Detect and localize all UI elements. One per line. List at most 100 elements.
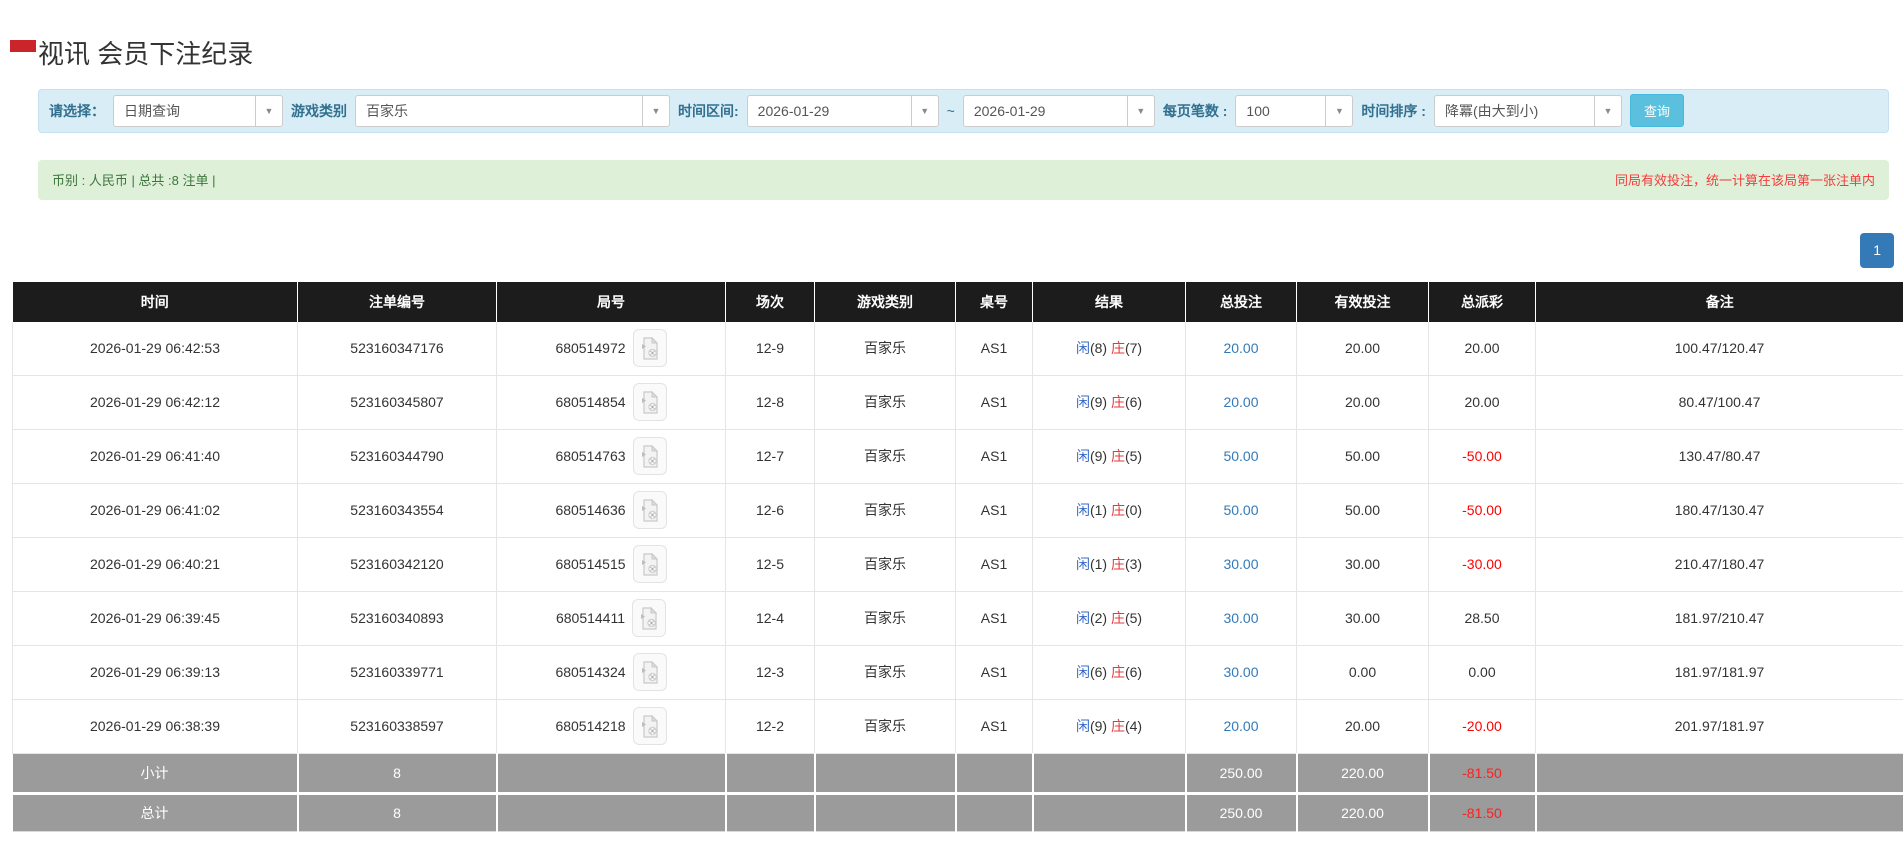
session-cell: 12-6: [725, 483, 815, 538]
payout-cell: -50.00: [1428, 483, 1536, 538]
table-row: 2026-01-29 06:38:39 523160338597 680514218…: [12, 699, 1903, 754]
video-button[interactable]: [632, 329, 667, 368]
total-bet-link[interactable]: 20.00: [1223, 340, 1258, 356]
page-button-1[interactable]: 1: [1860, 232, 1894, 269]
player-result-label: 闲: [1075, 556, 1090, 573]
banker-result-label: 庄: [1110, 394, 1125, 411]
chevron-down-icon[interactable]: ▼: [1325, 95, 1353, 126]
total-bet-link[interactable]: 20.00: [1223, 718, 1258, 734]
video-button[interactable]: [632, 653, 667, 692]
video-file-icon: [641, 498, 658, 522]
chevron-down-icon[interactable]: ▼: [255, 95, 282, 126]
total-bet-link[interactable]: 30.00: [1223, 556, 1258, 572]
round-id: 680514636: [555, 502, 626, 519]
video-button[interactable]: [632, 707, 667, 746]
total-bet-cell: 20.00: [1185, 375, 1297, 430]
bet-id-cell: 523160342120: [297, 537, 497, 592]
session-cell: 12-4: [725, 591, 815, 646]
game-type-cell: 百家乐: [814, 591, 956, 646]
banker-result-score: (6): [1124, 664, 1143, 681]
search-button[interactable]: 查询: [1629, 94, 1684, 128]
total-bet-cell: 30.00: [1185, 537, 1297, 592]
banker-result-score: (5): [1124, 610, 1143, 627]
bet-id-cell: 523160347176: [297, 321, 497, 376]
game-type-cell: 百家乐: [814, 321, 956, 376]
total-bet-link[interactable]: 30.00: [1223, 664, 1258, 680]
date-from-select[interactable]: 2026-01-29 ▼: [746, 94, 939, 127]
total-bet-link[interactable]: 50.00: [1223, 448, 1258, 464]
remark-cell: 181.97/181.97: [1535, 645, 1903, 700]
result-cell: 闲(9) 庄(6): [1032, 375, 1186, 430]
query-type-select[interactable]: 日期查询 ▼: [113, 94, 283, 127]
banker-result-label: 庄: [1110, 610, 1125, 627]
total-bet-cell: 20.00: [1185, 321, 1297, 376]
total-bet-link[interactable]: 20.00: [1223, 394, 1258, 410]
sort-label: 时间排序 :: [1361, 102, 1426, 119]
player-result-score: (9): [1089, 718, 1111, 735]
query-type-value: 日期查询: [124, 102, 180, 119]
payout-cell: 20.00: [1428, 375, 1536, 430]
chevron-down-icon[interactable]: ▼: [1593, 95, 1621, 126]
bet-id-cell: 523160344790: [297, 429, 497, 484]
result-cell: 闲(6) 庄(6): [1032, 645, 1186, 700]
remark-cell: 201.97/181.97: [1535, 699, 1903, 754]
payout-cell: 20.00: [1428, 321, 1536, 376]
session-cell: 12-9: [725, 321, 815, 376]
video-button[interactable]: [632, 383, 667, 422]
video-file-icon: [641, 390, 658, 414]
total-row: 总计 8 250.00 220.00 -81.50: [12, 793, 1903, 832]
video-button[interactable]: [632, 545, 667, 584]
table-no-cell: AS1: [955, 483, 1033, 538]
valid-bet-cell: 20.00: [1296, 321, 1429, 376]
bet-records-table: 时间 注单编号 局号 场次 游戏类别 桌号 结果 总投注 有效投注 总派彩 备注 2026-01-2…: [12, 281, 1903, 832]
column-header: 有效投注: [1296, 281, 1429, 322]
total-result-cell: [1032, 793, 1187, 832]
valid-bet-cell: 0.00: [1296, 645, 1429, 700]
game-type-cell: 百家乐: [814, 699, 956, 754]
video-file-icon: [641, 552, 658, 576]
time-cell: 2026-01-29 06:39:13: [12, 645, 298, 700]
result-cell: 闲(8) 庄(7): [1032, 321, 1186, 376]
same-round-notice: 同局有效投注，统一计算在该局第一张注单内: [1614, 173, 1875, 189]
remark-cell: 181.97/210.47: [1535, 591, 1903, 646]
game-type-select[interactable]: 百家乐 ▼: [355, 94, 670, 127]
total-bet-cell: 30.00: [1185, 645, 1297, 700]
game-type-cell: 百家乐: [814, 429, 956, 484]
subtotal-game-cell: [814, 753, 957, 795]
page-size-label: 每页笔数 :: [1162, 102, 1228, 119]
banker-result-label: 庄: [1110, 556, 1125, 573]
date-to-select[interactable]: 2026-01-29 ▼: [962, 94, 1155, 127]
total-valid-bet-cell: 220.00: [1296, 793, 1430, 832]
result-cell: 闲(1) 庄(0): [1032, 483, 1186, 538]
chevron-down-icon[interactable]: ▼: [642, 95, 669, 126]
player-result-label: 闲: [1075, 664, 1090, 681]
payout-cell: 0.00: [1428, 645, 1536, 700]
sort-select[interactable]: 降冪(由大到小) ▼: [1433, 94, 1622, 127]
total-bet-cell: 20.00: [1185, 699, 1297, 754]
bet-id-cell: 523160340893: [297, 591, 497, 646]
page-title: 视讯 会员下注纪录: [38, 39, 254, 69]
video-button[interactable]: [632, 599, 667, 638]
table-no-cell: AS1: [955, 591, 1033, 646]
video-button[interactable]: [632, 437, 667, 476]
chevron-down-icon[interactable]: ▼: [1126, 95, 1154, 126]
player-result-label: 闲: [1075, 448, 1090, 465]
player-result-label: 闲: [1075, 340, 1090, 357]
chevron-down-icon[interactable]: ▼: [910, 95, 938, 126]
table-footer: 小计 8 250.00 220.00 -81.50 总计 8 250.00 220.00 -81.…: [12, 753, 1903, 832]
round-id: 680514972: [555, 340, 626, 357]
video-button[interactable]: [632, 491, 667, 530]
page-size-select[interactable]: 100 ▼: [1235, 94, 1354, 127]
round-id: 680514218: [555, 718, 626, 735]
table-no-cell: AS1: [955, 429, 1033, 484]
column-header: 场次: [725, 281, 815, 322]
subtotal-table-cell: [955, 753, 1034, 795]
total-bet-link[interactable]: 50.00: [1223, 502, 1258, 518]
total-label-cell: 总计: [12, 793, 299, 832]
player-result-label: 闲: [1075, 394, 1090, 411]
round-cell: 680514515: [496, 537, 726, 592]
total-bet-link[interactable]: 30.00: [1223, 610, 1258, 626]
remark-cell: 180.47/130.47: [1535, 483, 1903, 538]
table-row: 2026-01-29 06:40:21 523160342120 680514515…: [12, 537, 1903, 592]
column-header: 时间: [12, 281, 298, 322]
